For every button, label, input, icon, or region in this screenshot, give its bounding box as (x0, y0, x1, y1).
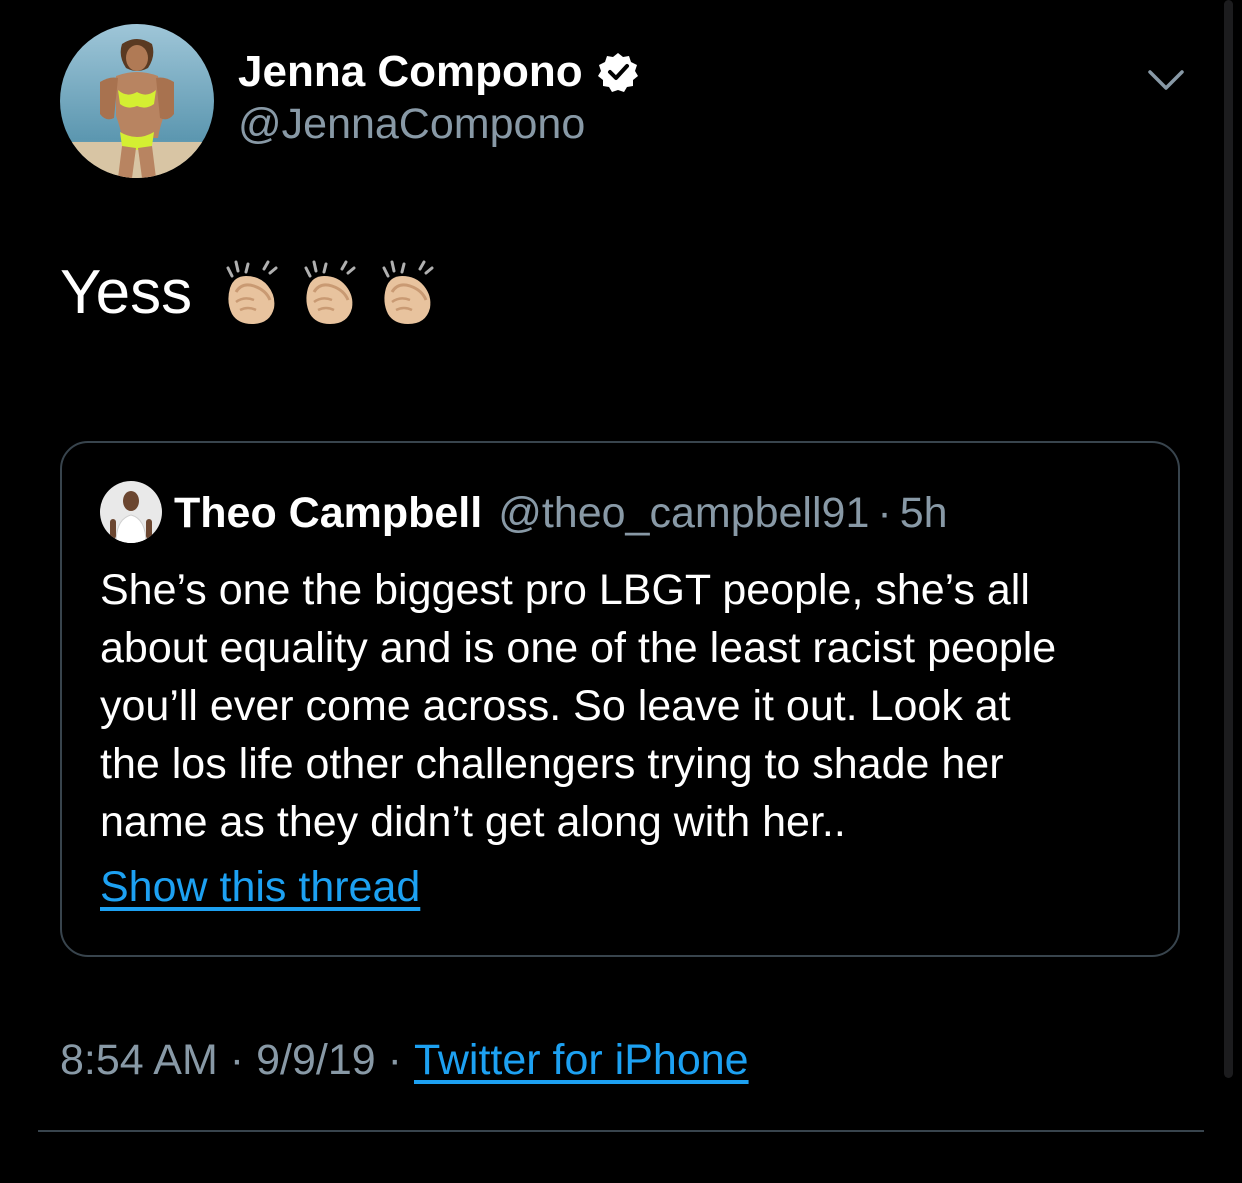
quoted-text-line: about equality and is one of the least r… (100, 624, 1057, 672)
quoted-author-handle[interactable]: @theo_campbell91 (498, 489, 869, 538)
scrollbar[interactable] (1224, 0, 1233, 1078)
tweet-text-content: Yess (60, 257, 193, 327)
quoted-tweet-header: Theo Campbell @theo_campbell91 · 5h (174, 485, 948, 541)
quoted-tweet-card[interactable]: Theo Campbell @theo_campbell91 · 5h She’… (60, 441, 1180, 957)
author-avatar[interactable] (60, 24, 214, 178)
clapping-hands-icon (382, 260, 434, 324)
meta-separator: · (387, 1036, 402, 1084)
tweet-date: 9/9/19 (256, 1036, 376, 1084)
chevron-down-icon[interactable] (1144, 62, 1188, 98)
tweet-time: 8:54 AM (60, 1036, 218, 1084)
quoted-separator: · (877, 488, 892, 537)
quoted-author-avatar[interactable] (100, 481, 162, 543)
show-thread-link[interactable]: Show this thread (100, 863, 420, 912)
clapping-hands-icon (226, 260, 278, 324)
verified-badge-icon (597, 53, 638, 92)
meta-separator: · (229, 1036, 245, 1084)
quoted-text-line: She’s one the biggest pro LBGT people, s… (100, 566, 1030, 614)
author-display-name: Jenna Compono (238, 47, 583, 96)
divider (38, 1130, 1204, 1132)
quoted-tweet-text: She’s one the biggest pro LBGT people, s… (100, 561, 1160, 851)
quoted-author-name[interactable]: Theo Campbell (174, 489, 482, 538)
quoted-text-line: you’ll ever come across. So leave it out… (100, 682, 1011, 730)
clapping-hands-icon (304, 260, 356, 324)
tweet-text: Yess (60, 252, 446, 332)
tweet-meta: 8:54 AM · 9/9/19 · Twitter for iPhone (60, 1036, 749, 1085)
tweet-source-link[interactable]: Twitter for iPhone (414, 1036, 749, 1085)
quoted-text-line: the los life other challengers trying to… (100, 740, 1004, 788)
author-name[interactable]: Jenna Compono (238, 44, 639, 100)
quoted-text-line: name as they didn’t get along with her.. (100, 798, 846, 846)
author-handle[interactable]: @JennaCompono (238, 100, 585, 149)
quoted-tweet-time: 5h (899, 488, 948, 537)
